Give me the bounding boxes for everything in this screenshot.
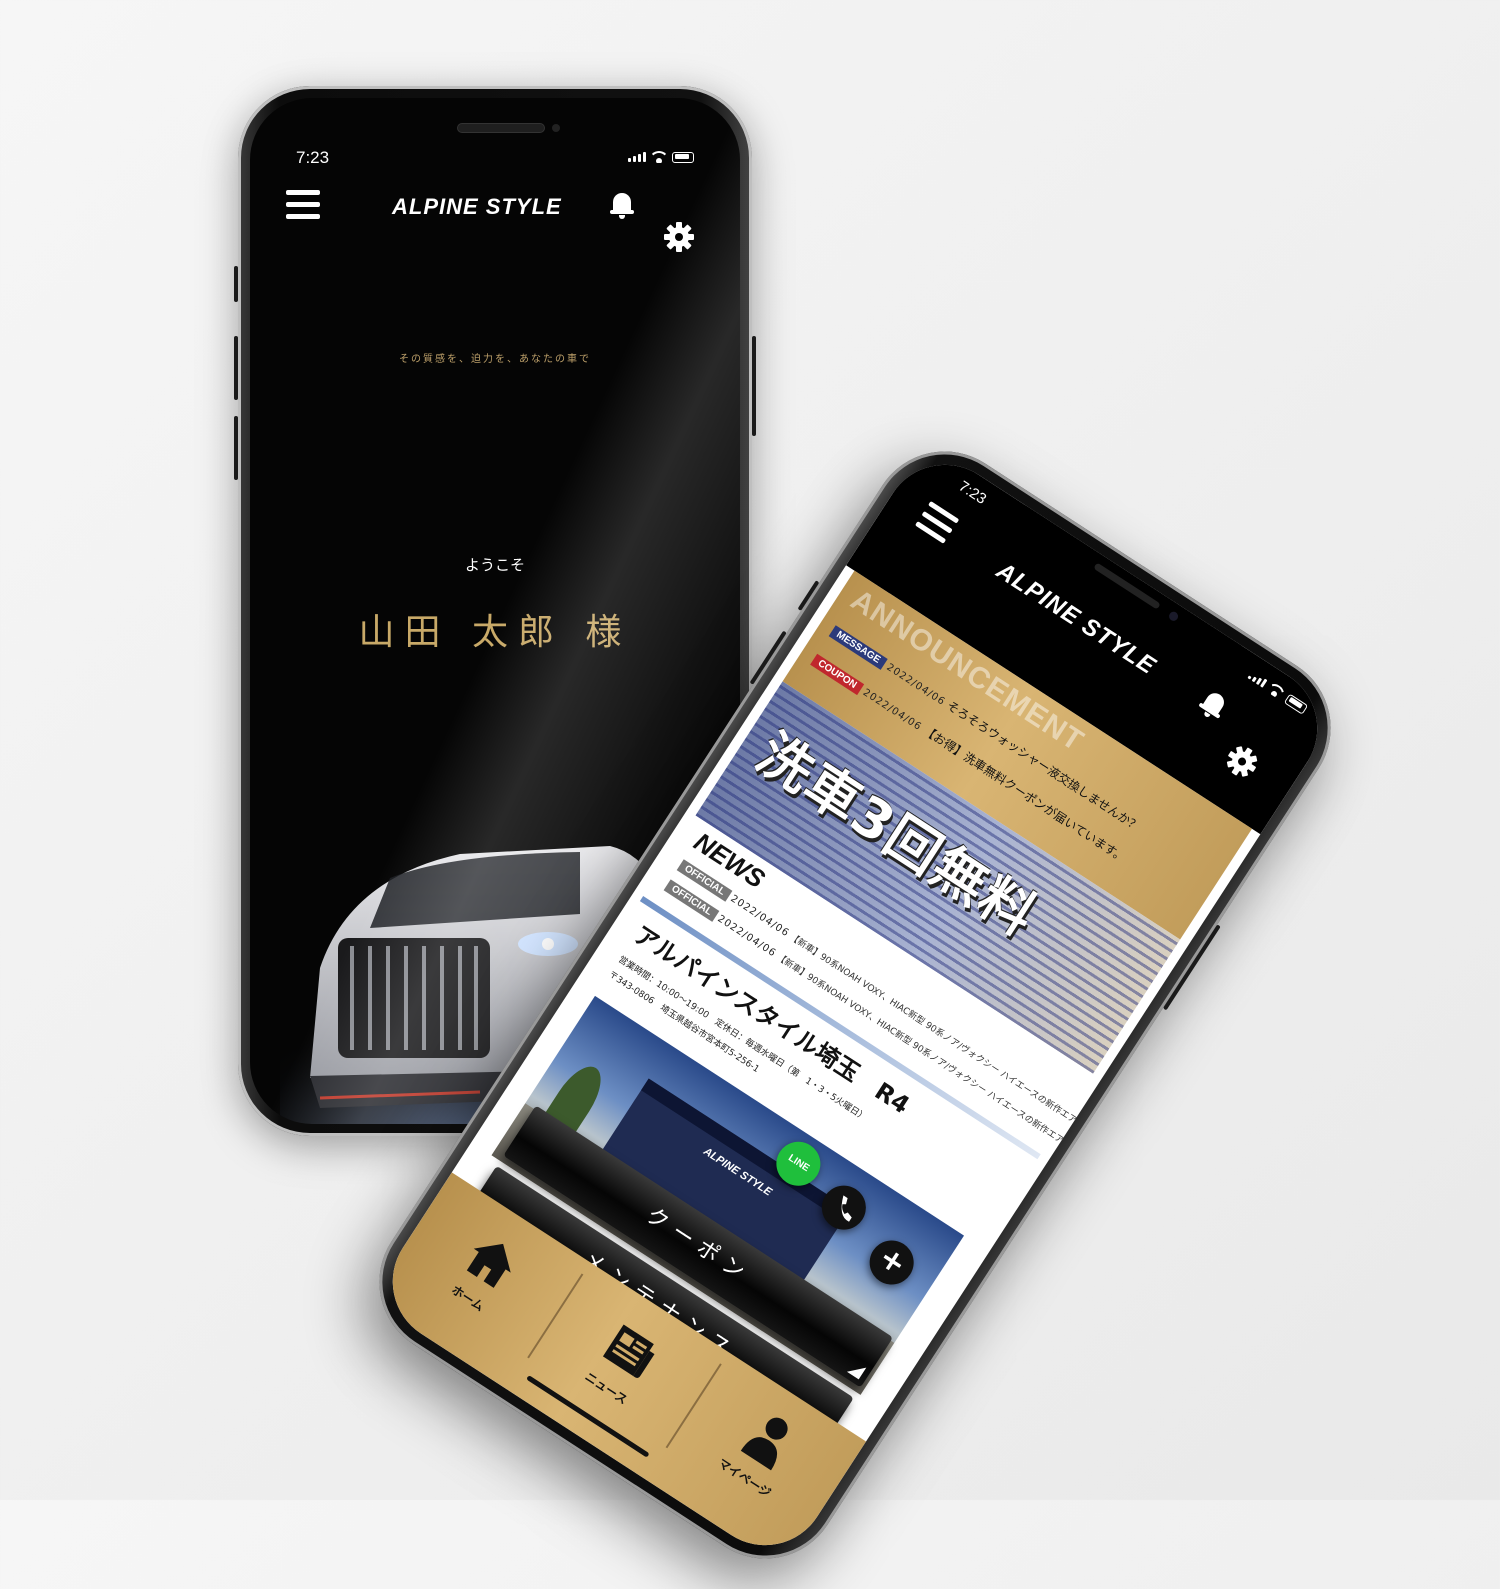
news-icon: [602, 1324, 655, 1378]
silent-switch: [234, 266, 238, 302]
battery-icon: [672, 151, 694, 163]
status-time: 7:23: [296, 148, 330, 167]
gear-icon[interactable]: [1221, 741, 1262, 782]
silent-switch: [797, 580, 820, 611]
earpiece: [458, 124, 544, 132]
gear-icon[interactable]: [664, 222, 694, 252]
bell-icon[interactable]: [1193, 685, 1233, 725]
front-camera: [552, 124, 560, 132]
home-icon: [466, 1243, 511, 1288]
app-logo: ALPINE STYLE: [392, 194, 562, 219]
status-time: 7:23: [955, 477, 990, 508]
corner-icon: [846, 1360, 867, 1380]
person-icon: [740, 1417, 788, 1471]
coupon-badge: COUPON: [810, 653, 865, 696]
menu-icon[interactable]: [914, 500, 960, 544]
menu-icon[interactable]: [286, 190, 320, 219]
volume-down-button: [234, 416, 238, 480]
battery-icon: [1284, 693, 1309, 715]
signal-icon: [1247, 670, 1268, 688]
announcement-date: 2022/04/06: [860, 687, 924, 734]
volume-up-button: [234, 336, 238, 400]
user-name: 山田 太郎 様: [358, 612, 632, 653]
status-icons: [1247, 669, 1309, 715]
tagline: その質感を、迫力を、あなたの車で: [399, 354, 591, 365]
status-icons: [628, 151, 694, 163]
signal-icon: [628, 152, 646, 162]
welcome-text: ようこそ: [464, 556, 525, 574]
wifi-icon: [1266, 681, 1286, 700]
bell-icon[interactable]: [608, 190, 636, 220]
power-button: [752, 336, 756, 436]
wifi-icon: [651, 151, 667, 163]
